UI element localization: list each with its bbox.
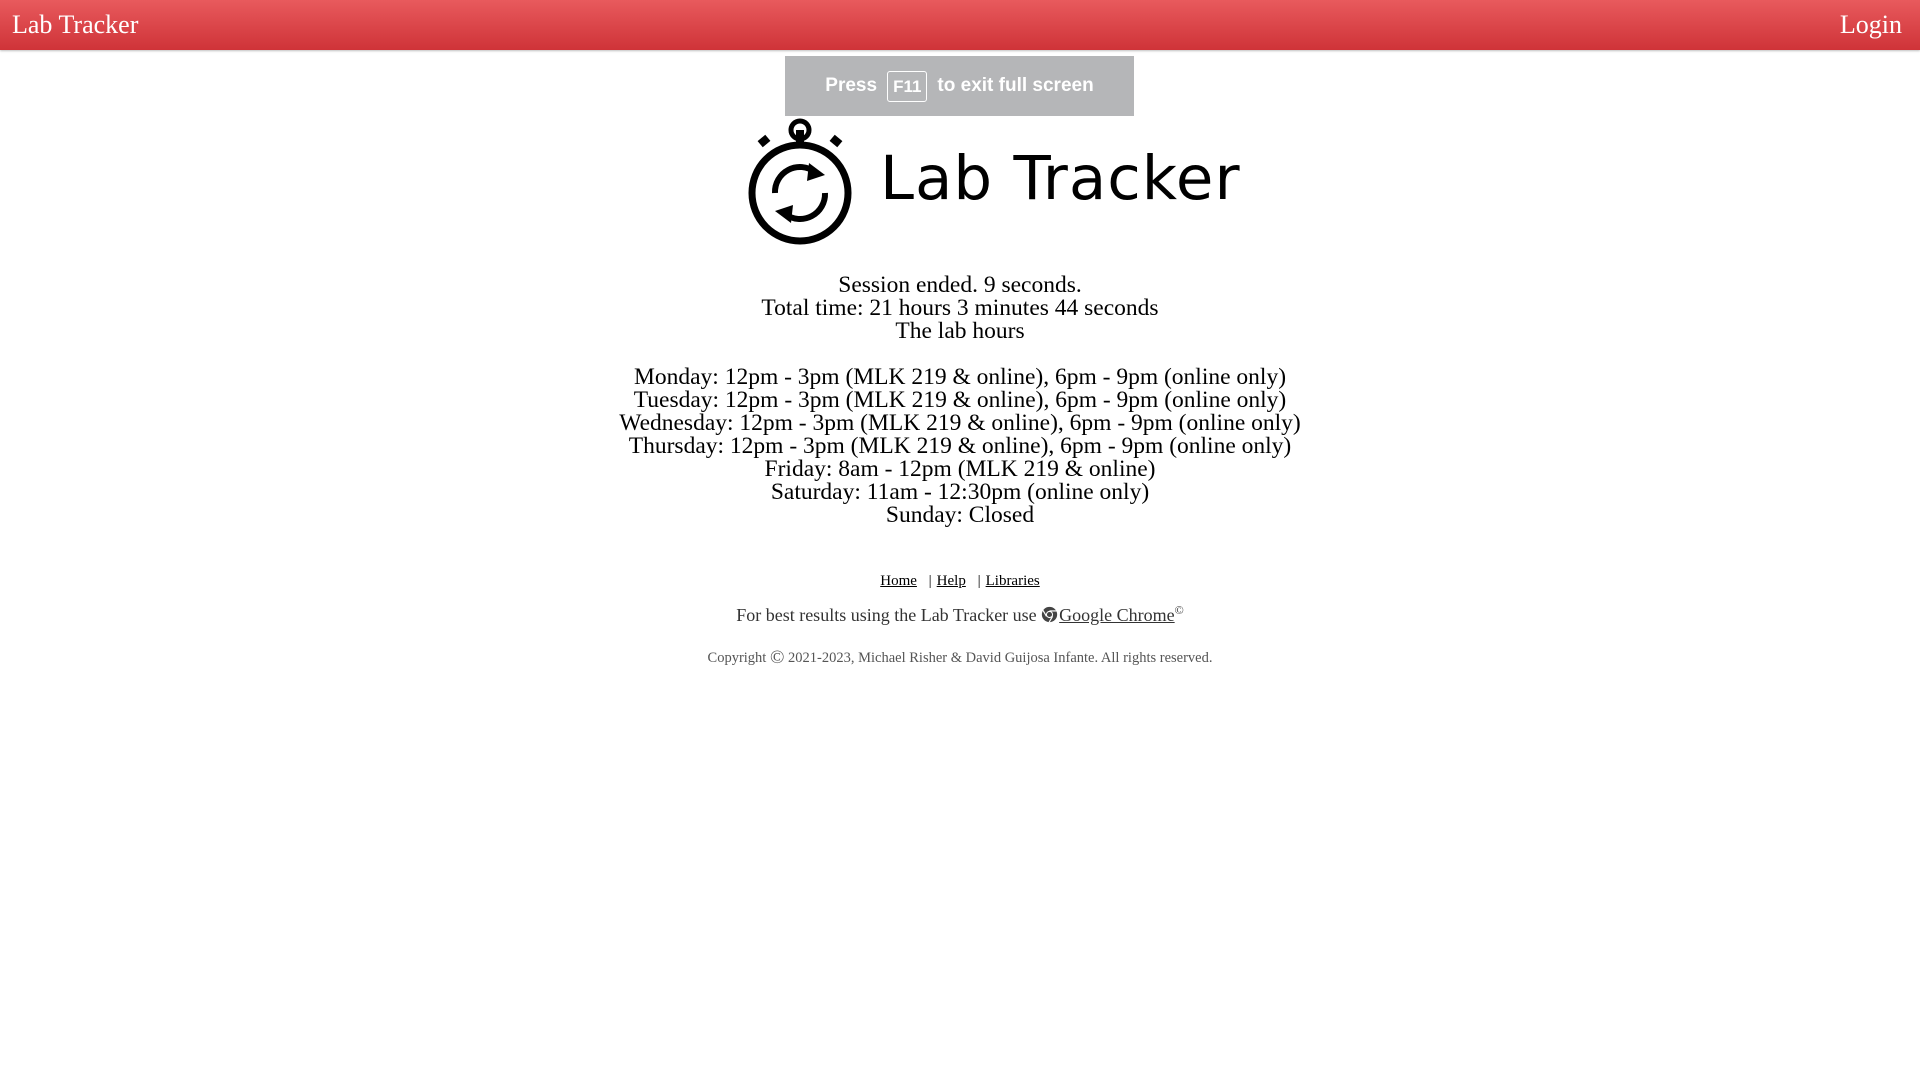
copyright-notice: Copyright © 2021-2023, Michael Risher & … <box>0 647 1920 669</box>
best-results-text: For best results using the Lab Tracker u… <box>736 605 1042 625</box>
footer-separator: | <box>928 573 932 589</box>
footer-link-help[interactable]: Help <box>937 573 966 589</box>
best-results-note: For best results using the Lab Tracker u… <box>0 603 1920 626</box>
copyright-prefix: Copyright <box>707 650 767 666</box>
logo-text: Lab Tracker <box>880 143 1241 214</box>
chrome-icon <box>1042 606 1058 623</box>
toast-press-text: Press <box>825 75 878 96</box>
login-link[interactable]: Login <box>1840 10 1902 40</box>
footer-links: Home | Help | Libraries <box>0 573 1920 590</box>
brand-link[interactable]: Lab Tracker <box>12 10 138 40</box>
hours-saturday: Saturday: 11am - 12:30pm (online only) <box>770 479 1150 505</box>
hours-friday: Friday: 8am - 12pm (MLK 219 & online) <box>764 456 1156 482</box>
footer-link-home[interactable]: Home <box>880 573 917 589</box>
toast-message: to exit full screen <box>937 75 1094 96</box>
footer-link-libraries[interactable]: Libraries <box>986 573 1040 589</box>
top-navbar: Lab Tracker Login <box>0 0 1920 50</box>
chrome-copyright-mark: © <box>1174 603 1184 617</box>
hours-tuesday: Tuesday: 12pm - 3pm (MLK 219 & online), … <box>633 387 1287 413</box>
session-ended-text: Session ended. 9 seconds. <box>838 272 1082 298</box>
hours-wednesday: Wednesday: 12pm - 3pm (MLK 219 & online)… <box>619 410 1301 436</box>
total-time-text: Total time: 21 hours 3 minutes 44 second… <box>761 295 1159 321</box>
hours-sunday: Sunday: Closed <box>885 502 1035 528</box>
footer-separator: | <box>977 573 981 589</box>
copyright-icon: © <box>769 647 785 668</box>
f11-key: F11 <box>887 70 928 102</box>
fullscreen-toast: Press F11 to exit full screen <box>785 56 1134 116</box>
hours-monday: Monday: 12pm - 3pm (MLK 219 & online), 6… <box>633 364 1287 390</box>
main-content: Session ended. 9 seconds. Total time: 21… <box>0 272 1920 528</box>
copyright-text: 2021-2023, Michael Risher & David Guijos… <box>784 650 1213 666</box>
hours-thursday: Thursday: 12pm - 3pm (MLK 219 & online),… <box>628 433 1292 459</box>
lab-hours-title: The lab hours <box>895 318 1025 344</box>
chrome-link[interactable]: Google Chrome <box>1059 605 1174 625</box>
